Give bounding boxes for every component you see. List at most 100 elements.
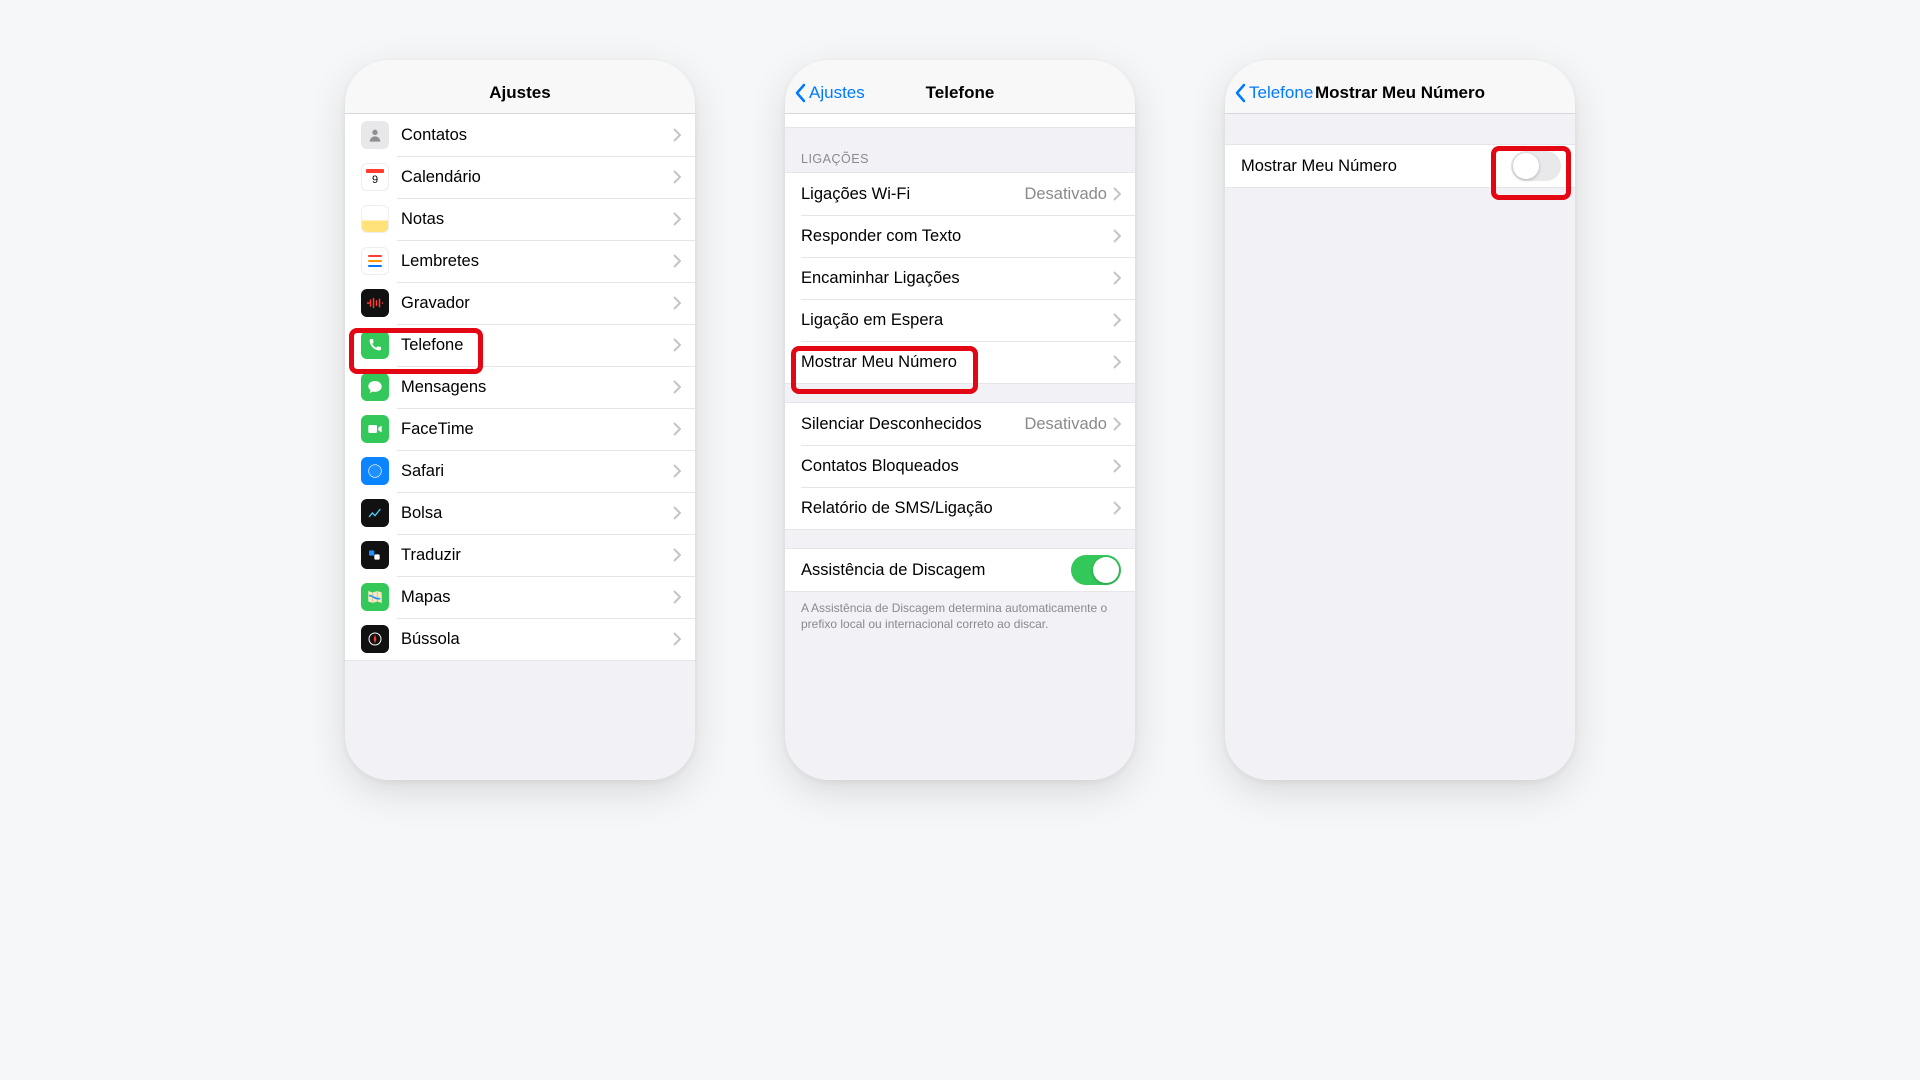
group-dial-assist: Assistência de Discagem A Assistência de… <box>785 548 1135 640</box>
row-mapas[interactable]: Mapas <box>345 576 695 618</box>
chevron-right-icon <box>673 338 681 352</box>
row-bussola[interactable]: Bússola <box>345 618 695 660</box>
navbar: Ajustes <box>345 60 695 114</box>
row-mensagens[interactable]: Mensagens <box>345 366 695 408</box>
chevron-right-icon <box>1113 355 1121 369</box>
chevron-right-icon <box>1113 313 1121 327</box>
chevron-right-icon <box>1113 417 1121 431</box>
row-label: Lembretes <box>401 252 673 271</box>
group-showid: Mostrar Meu Número <box>1225 144 1575 188</box>
chevron-right-icon <box>673 212 681 226</box>
chevron-right-icon <box>1113 501 1121 515</box>
show-number-toggle[interactable] <box>1511 151 1561 181</box>
notes-icon <box>361 205 389 233</box>
chevron-left-icon <box>1235 83 1247 103</box>
chevron-right-icon <box>673 170 681 184</box>
row-forward[interactable]: Encaminhar Ligações <box>785 257 1135 299</box>
row-label: Mensagens <box>401 378 673 397</box>
row-wifi-calling[interactable]: Ligações Wi-Fi Desativado <box>785 173 1135 215</box>
back-button[interactable]: Telefone <box>1235 83 1313 103</box>
row-label: Gravador <box>401 294 673 313</box>
phone-content: Ajustes Telefone Ligações Ligações Wi-Fi… <box>785 60 1135 780</box>
page-title: Telefone <box>926 83 995 103</box>
section-header: Ligações <box>785 146 1135 172</box>
chevron-right-icon <box>673 590 681 604</box>
calendar-icon: 9 <box>361 163 389 191</box>
safari-icon <box>361 457 389 485</box>
group-more: Silenciar Desconhecidos Desativado Conta… <box>785 402 1135 530</box>
chevron-right-icon <box>1113 459 1121 473</box>
row-label: Mostrar Meu Número <box>1241 157 1511 176</box>
chevron-right-icon <box>673 422 681 436</box>
row-label: Assistência de Discagem <box>801 561 1071 580</box>
row-label: Bússola <box>401 630 673 649</box>
voice-memos-icon <box>361 289 389 317</box>
chevron-right-icon <box>1113 187 1121 201</box>
facetime-icon <box>361 415 389 443</box>
translate-icon <box>361 541 389 569</box>
row-label: Silenciar Desconhecidos <box>801 415 1024 434</box>
row-label: Safari <box>401 462 673 481</box>
row-label: Notas <box>401 210 673 229</box>
navbar: Telefone Mostrar Meu Número <box>1225 60 1575 114</box>
row-contatos[interactable]: Contatos <box>345 114 695 156</box>
row-label: Encaminhar Ligações <box>801 269 1113 288</box>
row-label: Responder com Texto <box>801 227 1113 246</box>
row-lembretes[interactable]: Lembretes <box>345 240 695 282</box>
row-label: Ligações Wi-Fi <box>801 185 1024 204</box>
page-title: Ajustes <box>489 83 550 103</box>
row-label: Traduzir <box>401 546 673 565</box>
row-label: Mostrar Meu Número <box>801 353 1113 372</box>
row-waiting[interactable]: Ligação em Espera <box>785 299 1135 341</box>
chevron-left-icon <box>795 83 807 103</box>
stocks-icon <box>361 499 389 527</box>
showid-content: Telefone Mostrar Meu Número Mostrar Meu … <box>1225 60 1575 780</box>
back-label: Telefone <box>1249 83 1313 103</box>
row-show-my-number[interactable]: Mostrar Meu Número <box>1225 145 1575 187</box>
chevron-right-icon <box>673 548 681 562</box>
row-label: Relatório de SMS/Ligação <box>801 499 1113 518</box>
row-telefone[interactable]: Telefone <box>345 324 695 366</box>
chevron-right-icon <box>673 632 681 646</box>
chevron-right-icon <box>673 506 681 520</box>
maps-icon <box>361 583 389 611</box>
row-report[interactable]: Relatório de SMS/Ligação <box>785 487 1135 529</box>
row-notas[interactable]: Notas <box>345 198 695 240</box>
row-safari[interactable]: Safari <box>345 450 695 492</box>
chevron-right-icon <box>673 128 681 142</box>
row-label: FaceTime <box>401 420 673 439</box>
back-label: Ajustes <box>809 83 865 103</box>
row-bolsa[interactable]: Bolsa <box>345 492 695 534</box>
group-calls: Ligações Ligações Wi-Fi Desativado Respo… <box>785 146 1135 384</box>
screen-settings: Ajustes Contatos 9 Calendário Notas <box>345 60 695 780</box>
chevron-right-icon <box>673 380 681 394</box>
back-button[interactable]: Ajustes <box>795 83 865 103</box>
chevron-right-icon <box>673 254 681 268</box>
row-show-caller-id[interactable]: Mostrar Meu Número <box>785 341 1135 383</box>
row-value: Desativado <box>1024 185 1107 204</box>
row-blocked[interactable]: Contatos Bloqueados <box>785 445 1135 487</box>
row-dial-assist[interactable]: Assistência de Discagem <box>785 549 1135 591</box>
row-silence-unknown[interactable]: Silenciar Desconhecidos Desativado <box>785 403 1135 445</box>
reminders-icon <box>361 247 389 275</box>
row-calendario[interactable]: 9 Calendário <box>345 156 695 198</box>
row-label: Contatos <box>401 126 673 145</box>
dial-assist-toggle[interactable] <box>1071 555 1121 585</box>
row-respond-text[interactable]: Responder com Texto <box>785 215 1135 257</box>
phone-icon <box>361 331 389 359</box>
row-label: Mapas <box>401 588 673 607</box>
row-label: Ligação em Espera <box>801 311 1113 330</box>
row-traduzir[interactable]: Traduzir <box>345 534 695 576</box>
row-facetime[interactable]: FaceTime <box>345 408 695 450</box>
row-label: Calendário <box>401 168 673 187</box>
settings-list: Contatos 9 Calendário Notas Lembretes <box>345 114 695 661</box>
row-label: Telefone <box>401 336 673 355</box>
row-label: Contatos Bloqueados <box>801 457 1113 476</box>
navbar: Ajustes Telefone <box>785 60 1135 114</box>
page-title: Mostrar Meu Número <box>1315 83 1485 103</box>
row-value: Desativado <box>1024 415 1107 434</box>
chevron-right-icon <box>1113 271 1121 285</box>
row-gravador[interactable]: Gravador <box>345 282 695 324</box>
chevron-right-icon <box>1113 229 1121 243</box>
screen-phone: Ajustes Telefone Ligações Ligações Wi-Fi… <box>785 60 1135 780</box>
